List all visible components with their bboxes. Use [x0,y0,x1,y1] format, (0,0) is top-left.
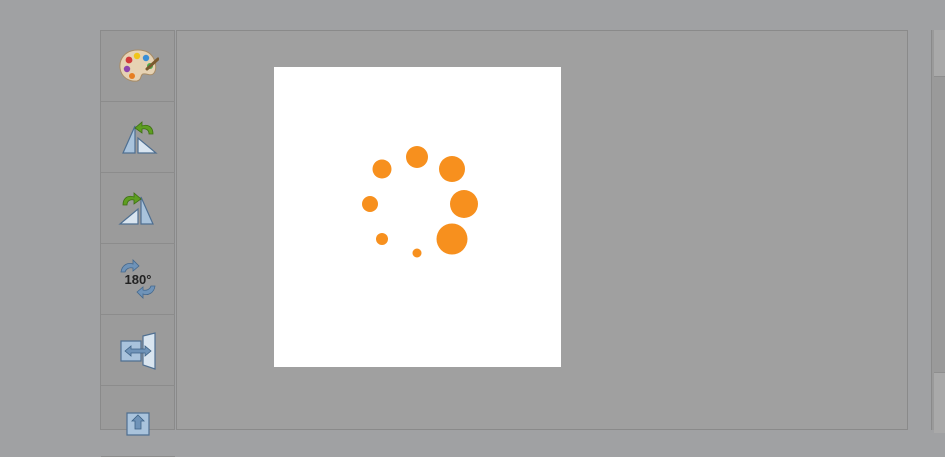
rotate-180-icon: 180° [120,259,156,299]
mirror-horizontal-icon [120,332,156,370]
tool-sidebar: 180° [100,30,175,457]
flip-right-icon [118,192,154,225]
palette-icon [119,49,159,82]
loading-spinner-icon [362,146,478,258]
flip-left-button[interactable] [101,102,175,173]
mirror-vertical-icon [126,412,150,436]
rotate-180-button[interactable]: 180° [101,244,175,315]
color-palette-button[interactable] [101,31,175,102]
scroll-thumb-lower[interactable] [934,372,945,433]
flip-left-icon [122,121,158,154]
mirror-vertical-button[interactable] [101,386,175,457]
mirror-horizontal-button[interactable] [101,315,175,386]
flip-right-button[interactable] [101,173,175,244]
image-preview [274,67,561,367]
right-scrollbar[interactable] [931,30,945,433]
rotate-180-label: 180° [125,272,152,287]
scroll-thumb[interactable] [934,30,945,77]
